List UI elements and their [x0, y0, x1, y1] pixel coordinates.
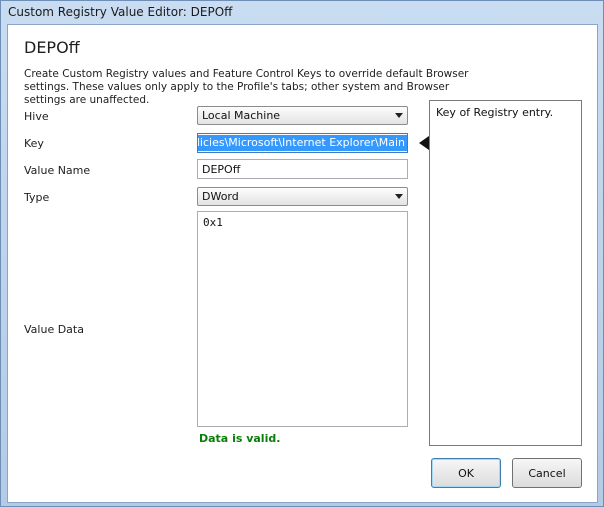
- dialog-window: Custom Registry Value Editor: DEPOff DEP…: [0, 0, 604, 507]
- ok-button[interactable]: OK: [431, 458, 501, 488]
- hive-selected-value: Local Machine: [202, 109, 281, 122]
- description-text: Create Custom Registry values and Featur…: [24, 68, 469, 106]
- dialog-body: DEPOff Create Custom Registry values and…: [7, 24, 598, 503]
- type-dropdown[interactable]: DWord: [197, 187, 408, 206]
- value-name-label: Value Name: [24, 164, 91, 177]
- value-data-label: Value Data: [24, 323, 84, 336]
- type-selected-value: DWord: [202, 190, 239, 203]
- key-value-selected: e\Policies\Microsoft\Internet Explorer\M…: [198, 135, 407, 151]
- validation-status: Data is valid.: [199, 432, 281, 445]
- help-pointer-icon: [419, 136, 429, 150]
- key-label: Key: [24, 137, 44, 150]
- help-panel: Key of Registry entry.: [429, 100, 582, 446]
- chevron-down-icon: [395, 194, 403, 199]
- chevron-down-icon: [395, 113, 403, 118]
- value-data-text: 0x1: [203, 216, 223, 229]
- value-name-text: DEPOff: [202, 163, 241, 176]
- hive-label: Hive: [24, 110, 49, 123]
- type-label: Type: [24, 191, 50, 204]
- cancel-button[interactable]: Cancel: [512, 458, 582, 488]
- value-name-input[interactable]: DEPOff: [197, 159, 408, 179]
- key-input[interactable]: e\Policies\Microsoft\Internet Explorer\M…: [197, 133, 408, 153]
- hive-dropdown[interactable]: Local Machine: [197, 106, 408, 125]
- value-data-textarea[interactable]: 0x1: [197, 211, 408, 427]
- window-title: Custom Registry Value Editor: DEPOff: [8, 5, 233, 19]
- page-title: DEPOff: [24, 38, 80, 57]
- title-bar[interactable]: Custom Registry Value Editor: DEPOff: [1, 1, 603, 23]
- help-text: Key of Registry entry.: [436, 106, 554, 119]
